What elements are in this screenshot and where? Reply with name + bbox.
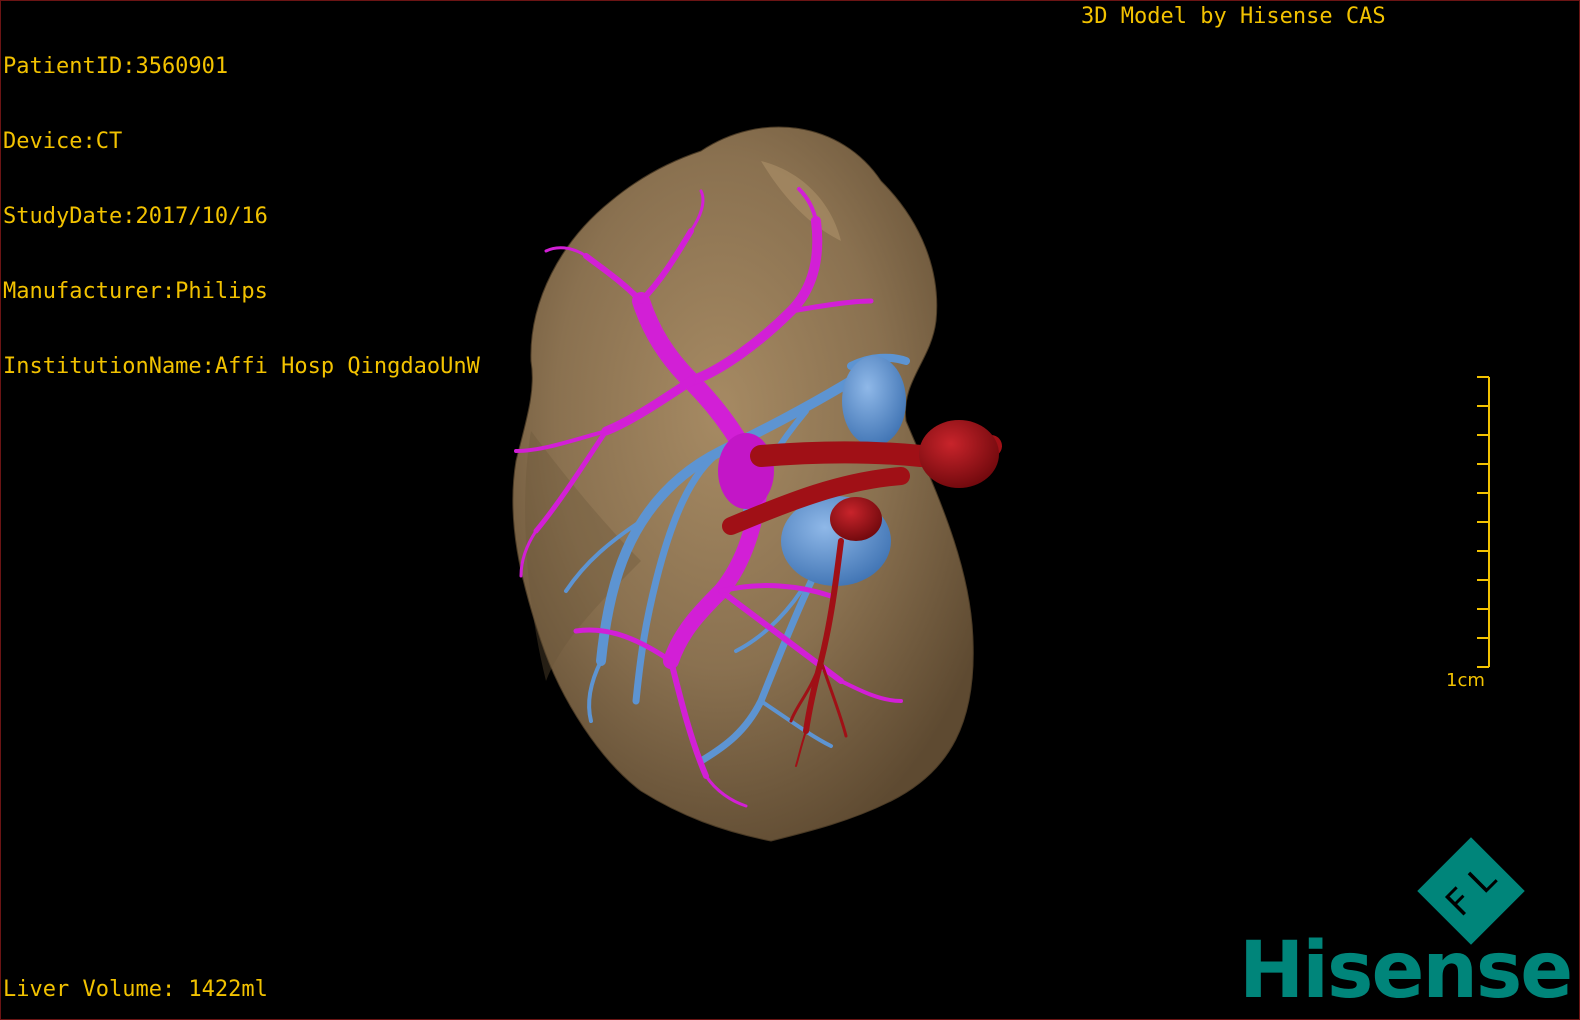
patient-info-overlay: PatientID:3560901 Device:CT StudyDate:20… bbox=[3, 4, 480, 429]
patient-id-text: PatientID:3560901 bbox=[3, 54, 229, 79]
liver-volume-text: Liver Volume: 1422ml bbox=[3, 977, 268, 1002]
scale-label: 1cm bbox=[1446, 670, 1485, 691]
device-text: Device:CT bbox=[3, 129, 123, 154]
model-credit-text: 3D Model by Hisense CAS bbox=[1081, 4, 1386, 29]
manufacturer-text: Manufacturer:Philips bbox=[3, 279, 268, 304]
study-date-text: StudyDate:2017/10/16 bbox=[3, 204, 268, 229]
scale-ticks bbox=[1477, 376, 1489, 668]
render-viewport[interactable]: PatientID:3560901 Device:CT StudyDate:20… bbox=[0, 0, 1580, 1020]
institution-text: InstitutionName:Affi Hosp QingdaoUnW bbox=[3, 354, 480, 379]
hepatic-vein-trunk bbox=[842, 356, 906, 446]
scale-bar bbox=[1477, 376, 1490, 668]
portal-vein-bifurcation bbox=[718, 433, 774, 509]
hepatic-artery-root bbox=[830, 497, 882, 541]
hisense-logo: Hisense bbox=[1239, 926, 1573, 1016]
hepatic-artery-bulb bbox=[919, 420, 999, 488]
